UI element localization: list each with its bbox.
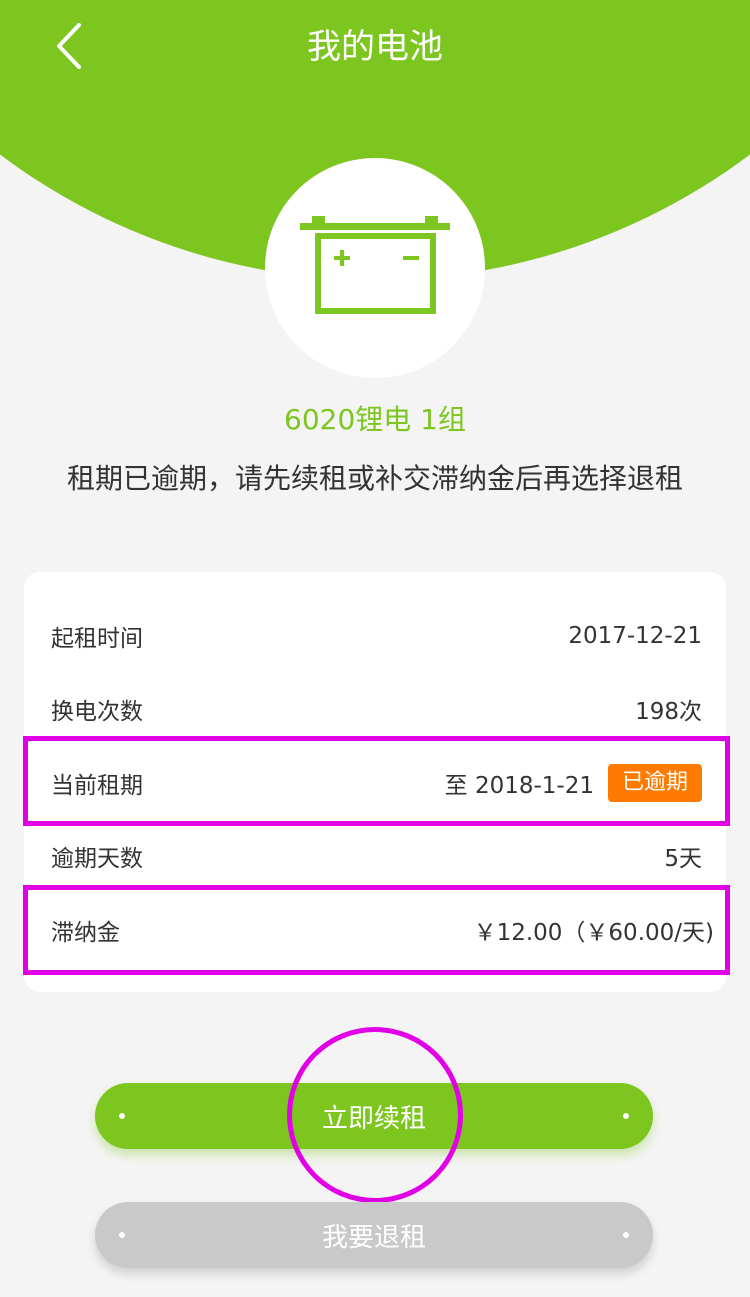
rental-info-card: 起租时间 2017-12-21 换电次数 198次 当前租期 至 2018-1-… [24, 572, 726, 992]
product-name: 6020锂电 1组 [284, 403, 466, 436]
info-row-overdue-days: 逾期天数 5天 [24, 825, 726, 887]
overdue-badge: 已逾期 [607, 764, 702, 802]
dot-icon [623, 1113, 629, 1119]
row-label: 起租时间 [51, 626, 143, 652]
return-button[interactable]: 我要退租 [95, 1202, 653, 1268]
renew-button-label: 立即续租 [321, 1103, 426, 1134]
dot-icon [623, 1232, 629, 1238]
row-label: 逾期天数 [51, 846, 143, 872]
info-row-start-date: 起租时间 2017-12-21 [24, 605, 726, 667]
row-value: 2017-12-21 [568, 623, 702, 649]
info-row-late-fee: 滞纳金 ￥12.00（￥60.00/天) [24, 899, 726, 961]
row-value: 5天 [664, 846, 702, 872]
battery-icon [300, 216, 450, 320]
dot-icon [119, 1113, 125, 1119]
overdue-notice: 租期已逾期，请先续租或补交滞纳金后再选择退租 [66, 462, 683, 495]
dot-icon [119, 1232, 125, 1238]
return-button-label: 我要退租 [321, 1222, 426, 1253]
row-value: 至 2018-1-21 [444, 773, 594, 799]
battery-page: 我的电池 6020锂电 1组 租期已逾期，请先续租或补交滞纳金后再选择退租 起租… [0, 0, 750, 1297]
battery-icon-container [265, 158, 485, 378]
info-row-current-term: 当前租期 至 2018-1-21 已逾期 [24, 752, 726, 814]
row-value: 198次 [635, 699, 702, 725]
page-title: 我的电池 [307, 27, 443, 67]
renew-button[interactable]: 立即续租 [95, 1083, 653, 1149]
row-label: 换电次数 [51, 699, 143, 725]
row-value-group: 至 2018-1-21 已逾期 [445, 764, 702, 802]
row-label: 当前租期 [51, 773, 143, 799]
row-label: 滞纳金 [51, 920, 120, 946]
row-value: ￥12.00（￥60.00/天) [473, 920, 714, 946]
info-row-swap-count: 换电次数 198次 [24, 678, 726, 740]
